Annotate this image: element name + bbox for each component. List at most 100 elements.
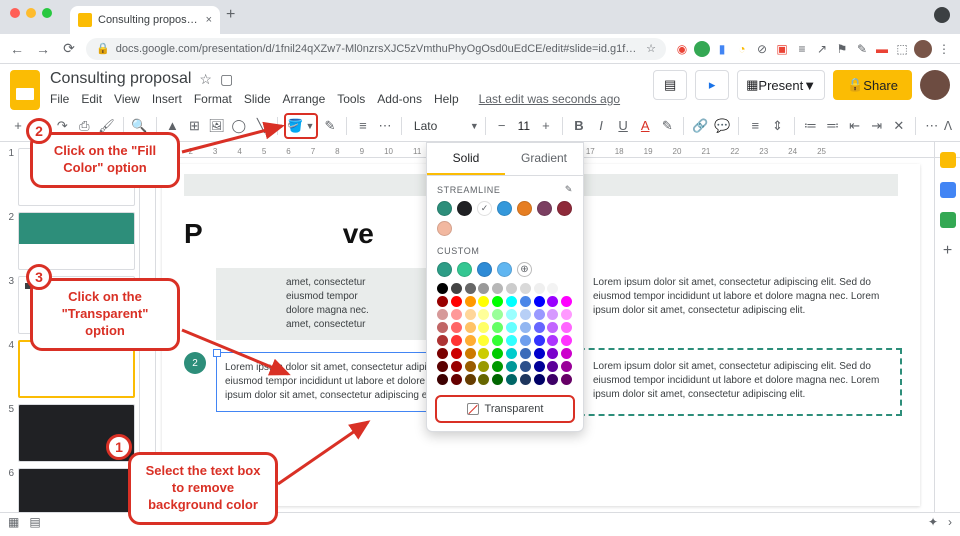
text-color-button[interactable]: A <box>635 114 655 138</box>
palette-swatch[interactable] <box>465 361 476 372</box>
palette-swatch[interactable] <box>561 322 572 333</box>
text-block[interactable]: Lorem ipsum dolor sit amet, consectetur … <box>585 352 898 412</box>
border-color-button[interactable]: ✎ <box>320 114 340 138</box>
ext-icon[interactable]: ⚑ <box>834 41 850 57</box>
close-icon[interactable] <box>10 8 20 18</box>
palette-swatch[interactable] <box>492 309 503 320</box>
palette-swatch[interactable] <box>465 348 476 359</box>
font-family-select[interactable]: Lato <box>408 119 468 133</box>
new-tab-button[interactable]: + <box>226 6 235 24</box>
menu-edit[interactable]: Edit <box>81 92 102 106</box>
palette-swatch[interactable] <box>465 335 476 346</box>
comments-button[interactable]: ▤ <box>653 70 687 100</box>
palette-swatch[interactable] <box>465 374 476 385</box>
palette-swatch[interactable] <box>437 322 448 333</box>
ext-icon[interactable]: ↗ <box>814 41 830 57</box>
collapse-toolbar-icon[interactable]: ᐱ <box>944 119 952 133</box>
palette-swatch[interactable] <box>506 374 517 385</box>
chrome-menu-icon[interactable]: ⋮ <box>936 41 952 57</box>
palette-swatch[interactable] <box>561 309 572 320</box>
palette-swatch[interactable] <box>478 322 489 333</box>
palette-swatch[interactable] <box>520 322 531 333</box>
ext-icon[interactable]: ◔ <box>734 41 750 57</box>
color-swatch[interactable] <box>537 201 552 216</box>
color-swatch[interactable] <box>457 262 472 277</box>
address-bar[interactable]: 🔒 docs.google.com/presentation/d/1fnil24… <box>86 38 666 60</box>
palette-swatch[interactable] <box>492 361 503 372</box>
forward-button[interactable]: → <box>34 41 52 57</box>
palette-swatch[interactable] <box>520 361 531 372</box>
menu-file[interactable]: File <box>50 92 69 106</box>
palette-swatch[interactable] <box>547 296 558 307</box>
palette-swatch[interactable] <box>478 309 489 320</box>
comment-button[interactable]: 💬 <box>712 114 732 138</box>
palette-swatch[interactable] <box>506 361 517 372</box>
palette-swatch[interactable] <box>520 335 531 346</box>
palette-swatch[interactable] <box>437 296 448 307</box>
underline-button[interactable]: U <box>613 114 633 138</box>
palette-swatch[interactable] <box>534 335 545 346</box>
palette-swatch[interactable] <box>506 335 517 346</box>
present-button[interactable]: ▦ Present ▼ <box>737 70 825 100</box>
palette-swatch[interactable] <box>506 283 517 294</box>
move-button[interactable]: ▢ <box>220 71 233 88</box>
ext-icon[interactable]: ✎ <box>854 41 870 57</box>
last-edit-label[interactable]: Last edit was seconds ago <box>479 92 620 106</box>
color-swatch[interactable] <box>437 201 452 216</box>
palette-swatch[interactable] <box>534 322 545 333</box>
color-swatch[interactable] <box>437 221 452 236</box>
menu-tools[interactable]: Tools <box>337 92 365 106</box>
window-controls[interactable] <box>10 8 52 18</box>
slideshow-button[interactable]: ▸ <box>695 70 729 100</box>
border-weight-button[interactable]: ≡ <box>353 114 373 138</box>
palette-swatch[interactable] <box>561 374 572 385</box>
palette-swatch[interactable] <box>561 283 572 294</box>
browser-tab[interactable]: Consulting proposal - Google × <box>70 6 220 34</box>
palette-swatch[interactable] <box>520 296 531 307</box>
menu-arrange[interactable]: Arrange <box>283 92 326 106</box>
palette-swatch[interactable] <box>506 296 517 307</box>
indent-inc-button[interactable]: ⇥ <box>867 114 887 138</box>
color-swatch[interactable] <box>477 262 492 277</box>
palette-swatch[interactable] <box>492 374 503 385</box>
border-dash-button[interactable]: ⋯ <box>375 114 395 138</box>
ext-icon[interactable] <box>694 41 710 57</box>
palette-swatch[interactable] <box>492 296 503 307</box>
palette-swatch[interactable] <box>506 322 517 333</box>
line-spacing-button[interactable]: ⇕ <box>767 114 787 138</box>
palette-swatch[interactable] <box>492 322 503 333</box>
color-swatch[interactable] <box>557 201 572 216</box>
slide-thumb[interactable]: 2 <box>4 212 135 270</box>
account-avatar-icon[interactable] <box>920 70 950 100</box>
align-button[interactable]: ≡ <box>745 114 765 138</box>
palette-swatch[interactable] <box>547 283 558 294</box>
grid-view-icon[interactable]: ▦ <box>8 515 19 529</box>
palette-swatch[interactable] <box>451 374 462 385</box>
palette-swatch[interactable] <box>437 335 448 346</box>
palette-swatch[interactable] <box>520 374 531 385</box>
list-button[interactable]: ≔ <box>800 114 820 138</box>
menu-format[interactable]: Format <box>194 92 232 106</box>
palette-swatch[interactable] <box>451 296 462 307</box>
tab-solid[interactable]: Solid <box>427 143 505 175</box>
ext-icon[interactable]: ▬ <box>874 41 890 57</box>
maximize-icon[interactable] <box>42 8 52 18</box>
back-button[interactable]: ← <box>8 41 26 57</box>
palette-swatch[interactable] <box>547 335 558 346</box>
more-button[interactable]: ⋯ <box>922 114 942 138</box>
palette-swatch[interactable] <box>465 296 476 307</box>
menu-addons[interactable]: Add-ons <box>377 92 422 106</box>
color-swatch[interactable] <box>457 201 472 216</box>
palette-swatch[interactable] <box>547 322 558 333</box>
addons-plus-icon[interactable]: + <box>943 242 952 260</box>
palette-swatch[interactable] <box>520 309 531 320</box>
new-slide-button[interactable]: + <box>8 114 28 138</box>
expand-panel-icon[interactable]: › <box>948 515 952 529</box>
filmstrip-view-icon[interactable]: ▤ <box>29 515 40 529</box>
palette-swatch[interactable] <box>534 296 545 307</box>
palette-swatch[interactable] <box>478 374 489 385</box>
bold-button[interactable]: B <box>569 114 589 138</box>
palette-swatch[interactable] <box>492 283 503 294</box>
palette-swatch[interactable] <box>465 309 476 320</box>
color-swatch[interactable] <box>477 201 492 216</box>
